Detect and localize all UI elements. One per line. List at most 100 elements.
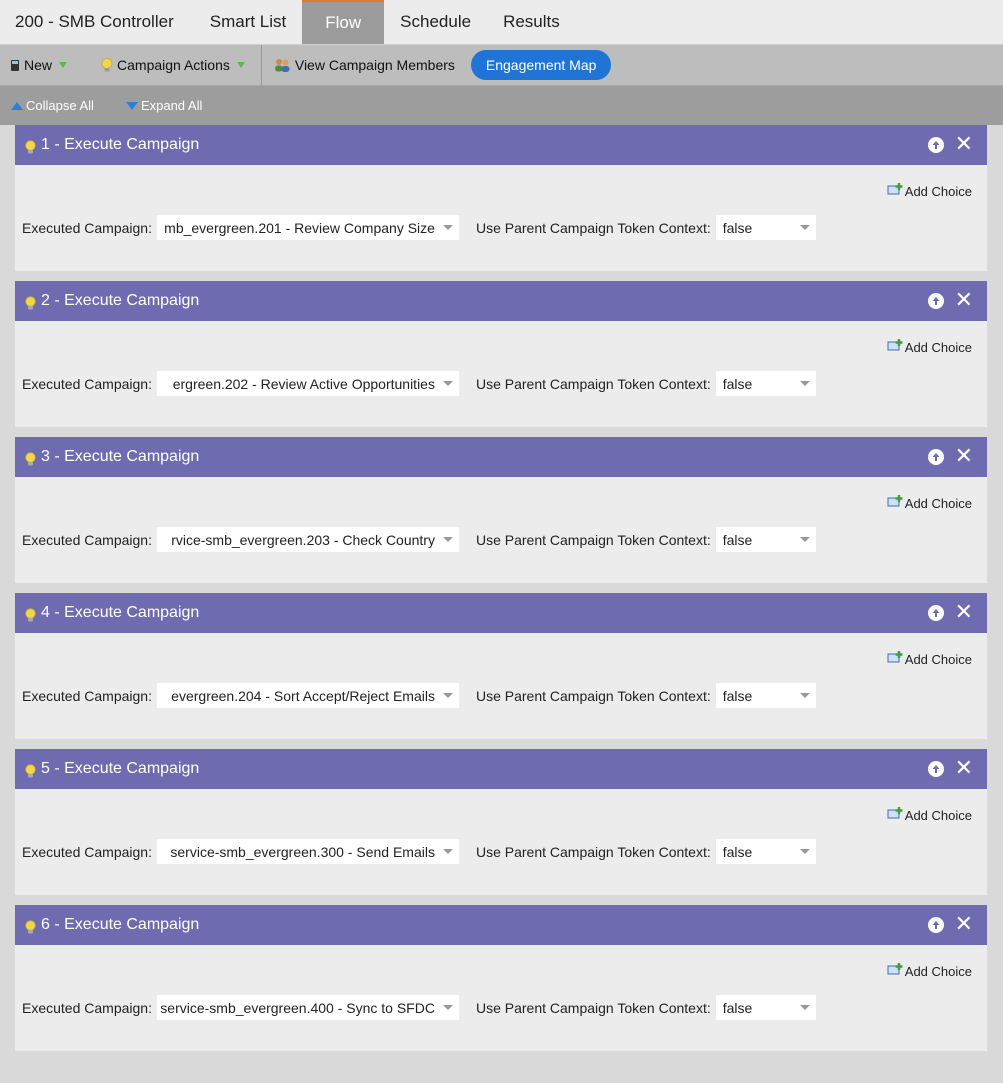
executed-campaign-select[interactable]: evergreen.204 - Sort Accept/Reject Email… [156,683,459,708]
add-choice-button[interactable]: Add Choice [887,338,972,356]
close-icon[interactable]: ✕ [955,602,973,624]
close-icon[interactable]: ✕ [955,446,973,468]
executed-campaign-value: service-smb_evergreen.300 - Send Emails [170,843,435,860]
arrow-up-icon[interactable] [927,449,944,465]
lightbulb-icon [24,919,37,935]
executed-campaign-value: mb_evergreen.201 - Review Company Size [164,219,435,236]
executed-campaign-select[interactable]: service-smb_evergreen.400 - Sync to SFDC [156,995,459,1020]
lightbulb-icon [101,57,113,73]
token-context-select[interactable]: false [715,527,816,552]
chevron-down-icon [442,225,453,230]
executed-campaign-value: rvice-smb_evergreen.203 - Check Country [171,531,435,548]
step-header[interactable]: 3 - Execute Campaign ✕ [15,437,987,477]
tab-flow[interactable]: Flow [302,0,385,44]
token-context-label: Use Parent Campaign Token Context: [475,999,711,1016]
token-context-value: false [722,687,753,704]
arrow-up-icon[interactable] [927,137,944,153]
close-icon[interactable]: ✕ [955,758,973,780]
arrow-up-icon[interactable] [927,917,944,933]
new-icon [10,59,20,72]
close-icon[interactable]: ✕ [955,290,973,312]
token-context-select[interactable]: false [715,215,816,240]
add-choice-icon [887,962,905,980]
add-choice-button[interactable]: Add Choice [887,182,972,200]
add-choice-button[interactable]: Add Choice [887,494,972,512]
campaign-actions-button[interactable]: Campaign Actions [91,45,255,86]
lightbulb-icon [24,763,37,779]
add-choice-label: Add Choice [904,963,972,979]
step-body: Add Choice Executed Campaign: service-sm… [15,945,987,1051]
chevron-down-icon [442,1005,453,1010]
arrow-up-icon[interactable] [927,605,944,621]
flow-step: 5 - Execute Campaign ✕ Add Choice Execut… [15,749,987,895]
token-context-select[interactable]: false [715,839,816,864]
step-title: 4 - Execute Campaign [41,604,200,621]
step-fields-row: Executed Campaign: service-smb_evergreen… [22,839,816,864]
add-choice-button[interactable]: Add Choice [887,806,972,824]
lightbulb-icon [24,295,37,311]
step-body: Add Choice Executed Campaign: ergreen.20… [15,321,987,427]
flow-step: 6 - Execute Campaign ✕ Add Choice Execut… [15,905,987,1051]
executed-campaign-label: Executed Campaign: [22,375,152,392]
step-fields-row: Executed Campaign: rvice-smb_evergreen.2… [22,527,816,552]
view-campaign-members-button[interactable]: View Campaign Members [266,45,465,86]
executed-campaign-label: Executed Campaign: [22,843,152,860]
engagement-map-button[interactable]: Engagement Map [470,50,612,80]
collapse-triangle-icon [11,101,23,110]
new-button[interactable]: New [0,45,77,86]
expand-all-button[interactable]: Expand All [125,98,202,113]
token-context-value: false [722,843,753,860]
add-choice-label: Add Choice [904,183,972,199]
tab-results[interactable]: Results [487,0,576,44]
executed-campaign-label: Executed Campaign: [22,687,152,704]
close-icon[interactable]: ✕ [955,134,973,156]
step-header[interactable]: 4 - Execute Campaign ✕ [15,593,987,633]
add-choice-icon [887,650,905,668]
token-context-label: Use Parent Campaign Token Context: [475,687,711,704]
token-context-select[interactable]: false [715,995,816,1020]
step-fields-row: Executed Campaign: mb_evergreen.201 - Re… [22,215,816,240]
step-header[interactable]: 6 - Execute Campaign ✕ [15,905,987,945]
step-header[interactable]: 5 - Execute Campaign ✕ [15,749,987,789]
executed-campaign-select[interactable]: ergreen.202 - Review Active Opportunitie… [156,371,459,396]
step-title: 3 - Execute Campaign [41,448,200,465]
add-choice-label: Add Choice [904,339,972,355]
executed-campaign-select[interactable]: rvice-smb_evergreen.203 - Check Country [156,527,459,552]
executed-campaign-select[interactable]: mb_evergreen.201 - Review Company Size [156,215,459,240]
step-fields-row: Executed Campaign: ergreen.202 - Review … [22,371,816,396]
toolbar: New Campaign Actions View Campaign Membe… [0,44,1003,86]
executed-campaign-select[interactable]: service-smb_evergreen.300 - Send Emails [156,839,459,864]
arrow-up-icon[interactable] [927,761,944,777]
add-choice-button[interactable]: Add Choice [887,650,972,668]
expand-triangle-icon [125,101,138,110]
executed-campaign-label: Executed Campaign: [22,999,152,1016]
tab-smart-list[interactable]: Smart List [194,0,303,44]
flow-steps: 1 - Execute Campaign ✕ Add Choice Execut… [15,125,987,1061]
token-context-label: Use Parent Campaign Token Context: [475,531,711,548]
token-context-select[interactable]: false [715,683,816,708]
tab-schedule[interactable]: Schedule [384,0,487,44]
lightbulb-icon [24,451,37,467]
chevron-down-icon [236,62,245,68]
chevron-down-icon [799,1005,810,1010]
flow-step: 4 - Execute Campaign ✕ Add Choice Execut… [15,593,987,739]
add-choice-button[interactable]: Add Choice [887,962,972,980]
step-fields-row: Executed Campaign: service-smb_evergreen… [22,995,816,1020]
chevron-down-icon [799,381,810,386]
step-header[interactable]: 1 - Execute Campaign ✕ [15,125,987,165]
chevron-down-icon [442,537,453,542]
close-icon[interactable]: ✕ [955,914,973,936]
new-label: New [24,57,53,73]
arrow-up-icon[interactable] [927,293,944,309]
step-title: 5 - Execute Campaign [41,760,200,777]
token-context-select[interactable]: false [715,371,816,396]
step-header[interactable]: 2 - Execute Campaign ✕ [15,281,987,321]
token-context-value: false [722,999,753,1016]
collapse-all-button[interactable]: Collapse All [11,98,94,113]
flow-step: 2 - Execute Campaign ✕ Add Choice Execut… [15,281,987,427]
token-context-label: Use Parent Campaign Token Context: [475,843,711,860]
chevron-down-icon [442,381,453,386]
token-context-value: false [722,375,753,392]
tab-campaign-name[interactable]: 200 - SMB Controller [0,0,194,44]
add-choice-label: Add Choice [904,495,972,511]
